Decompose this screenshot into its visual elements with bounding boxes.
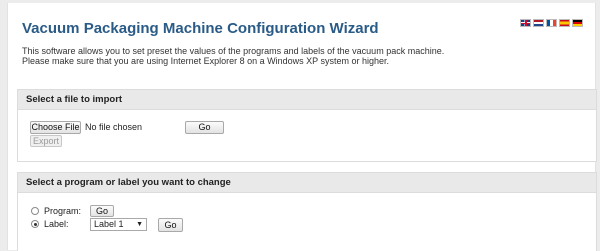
language-selector xyxy=(520,19,583,27)
label-select-value: Label 1 xyxy=(94,219,124,229)
label-go-button[interactable]: Go xyxy=(158,218,183,232)
choose-file-button[interactable]: Choose File xyxy=(30,121,81,134)
france-flag-icon[interactable] xyxy=(546,19,557,27)
label-select[interactable]: Label 1 ▼ xyxy=(90,218,147,231)
program-label: Program: xyxy=(44,206,82,216)
change-section: Select a program or label you want to ch… xyxy=(17,172,597,251)
import-section: Select a file to import Choose File No f… xyxy=(17,89,597,162)
program-go-button[interactable]: Go xyxy=(90,205,114,217)
import-section-heading: Select a file to import xyxy=(18,90,596,110)
page-container: Vacuum Packaging Machine Configuration W… xyxy=(7,3,597,251)
export-button[interactable]: Export xyxy=(30,135,62,147)
import-go-button[interactable]: Go xyxy=(185,121,224,134)
dropdown-caret-icon: ▼ xyxy=(136,221,143,228)
intro-line-2: Please make sure that you are using Inte… xyxy=(22,56,390,66)
page-title: Vacuum Packaging Machine Configuration W… xyxy=(22,20,379,37)
intro-line-1: This software allows you to set preset t… xyxy=(22,46,445,56)
program-radio[interactable] xyxy=(31,207,39,215)
netherlands-flag-icon[interactable] xyxy=(533,19,544,27)
change-section-heading: Select a program or label you want to ch… xyxy=(18,173,596,193)
spain-flag-icon[interactable] xyxy=(559,19,570,27)
uk-flag-icon[interactable] xyxy=(520,19,531,27)
file-status-text: No file chosen xyxy=(85,122,143,132)
intro-text: This software allows you to set preset t… xyxy=(22,46,582,66)
label-radio[interactable] xyxy=(31,220,39,228)
germany-flag-icon[interactable] xyxy=(572,19,583,27)
label-label: Label: xyxy=(44,219,69,229)
